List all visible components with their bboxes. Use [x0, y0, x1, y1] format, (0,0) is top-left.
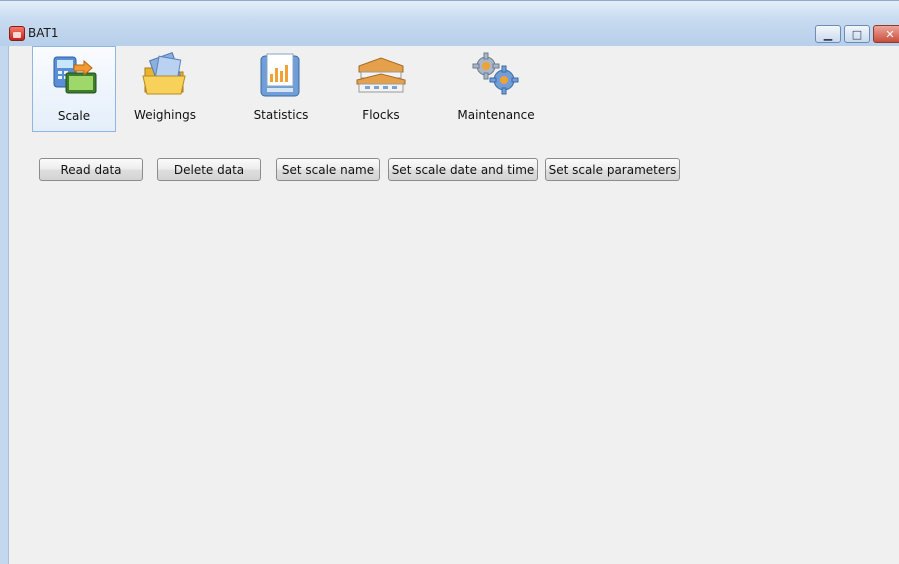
toolbar-item-label: Statistics — [253, 108, 309, 122]
toolbar-item-weighings[interactable]: Weighings — [123, 46, 207, 132]
toolbar-item-maintenance[interactable]: Maintenance — [454, 46, 538, 132]
toolbar-item-scale[interactable]: Scale — [32, 46, 116, 132]
close-icon: ✕ — [885, 27, 895, 41]
gears-icon — [470, 50, 522, 98]
toolbar-item-label: Maintenance — [457, 108, 535, 122]
toolbar-item-label: Flocks — [362, 108, 400, 122]
toolbar-item-label: Scale — [57, 109, 91, 123]
minimize-button[interactable]: ▁ — [815, 25, 841, 43]
minimize-icon: ▁ — [823, 27, 833, 41]
window-title: BAT1 — [28, 26, 59, 40]
main-toolbar: Scale Weighings Statistics Flocks Mainte… — [9, 46, 899, 136]
toolbar-item-label: Weighings — [134, 108, 196, 122]
window-controls: ▁ □ ✕ — [815, 25, 899, 43]
toolbar-item-flocks[interactable]: Flocks — [339, 46, 423, 132]
app-window: BAT1 ▁ □ ✕ Scale Weighings Statistics Fl… — [0, 0, 899, 564]
barn-icon — [355, 50, 407, 98]
set-scale-datetime-button[interactable]: Set scale date and time — [388, 158, 538, 181]
scale-icon — [48, 51, 100, 99]
maximize-icon: □ — [851, 27, 863, 41]
toolbar-item-statistics[interactable]: Statistics — [239, 46, 323, 132]
read-data-button[interactable]: Read data — [39, 158, 143, 181]
maximize-button[interactable]: □ — [844, 25, 870, 43]
close-button[interactable]: ✕ — [873, 25, 899, 43]
delete-data-button[interactable]: Delete data — [157, 158, 261, 181]
client-area: Scale Weighings Statistics Flocks Mainte… — [8, 46, 899, 564]
set-scale-parameters-button[interactable]: Set scale parameters — [545, 158, 680, 181]
set-scale-name-button[interactable]: Set scale name — [276, 158, 380, 181]
folder-icon — [139, 50, 191, 98]
app-icon[interactable] — [9, 26, 25, 41]
title-bar[interactable]: BAT1 ▁ □ ✕ — [0, 0, 899, 46]
statistics-chart-icon — [255, 50, 307, 98]
